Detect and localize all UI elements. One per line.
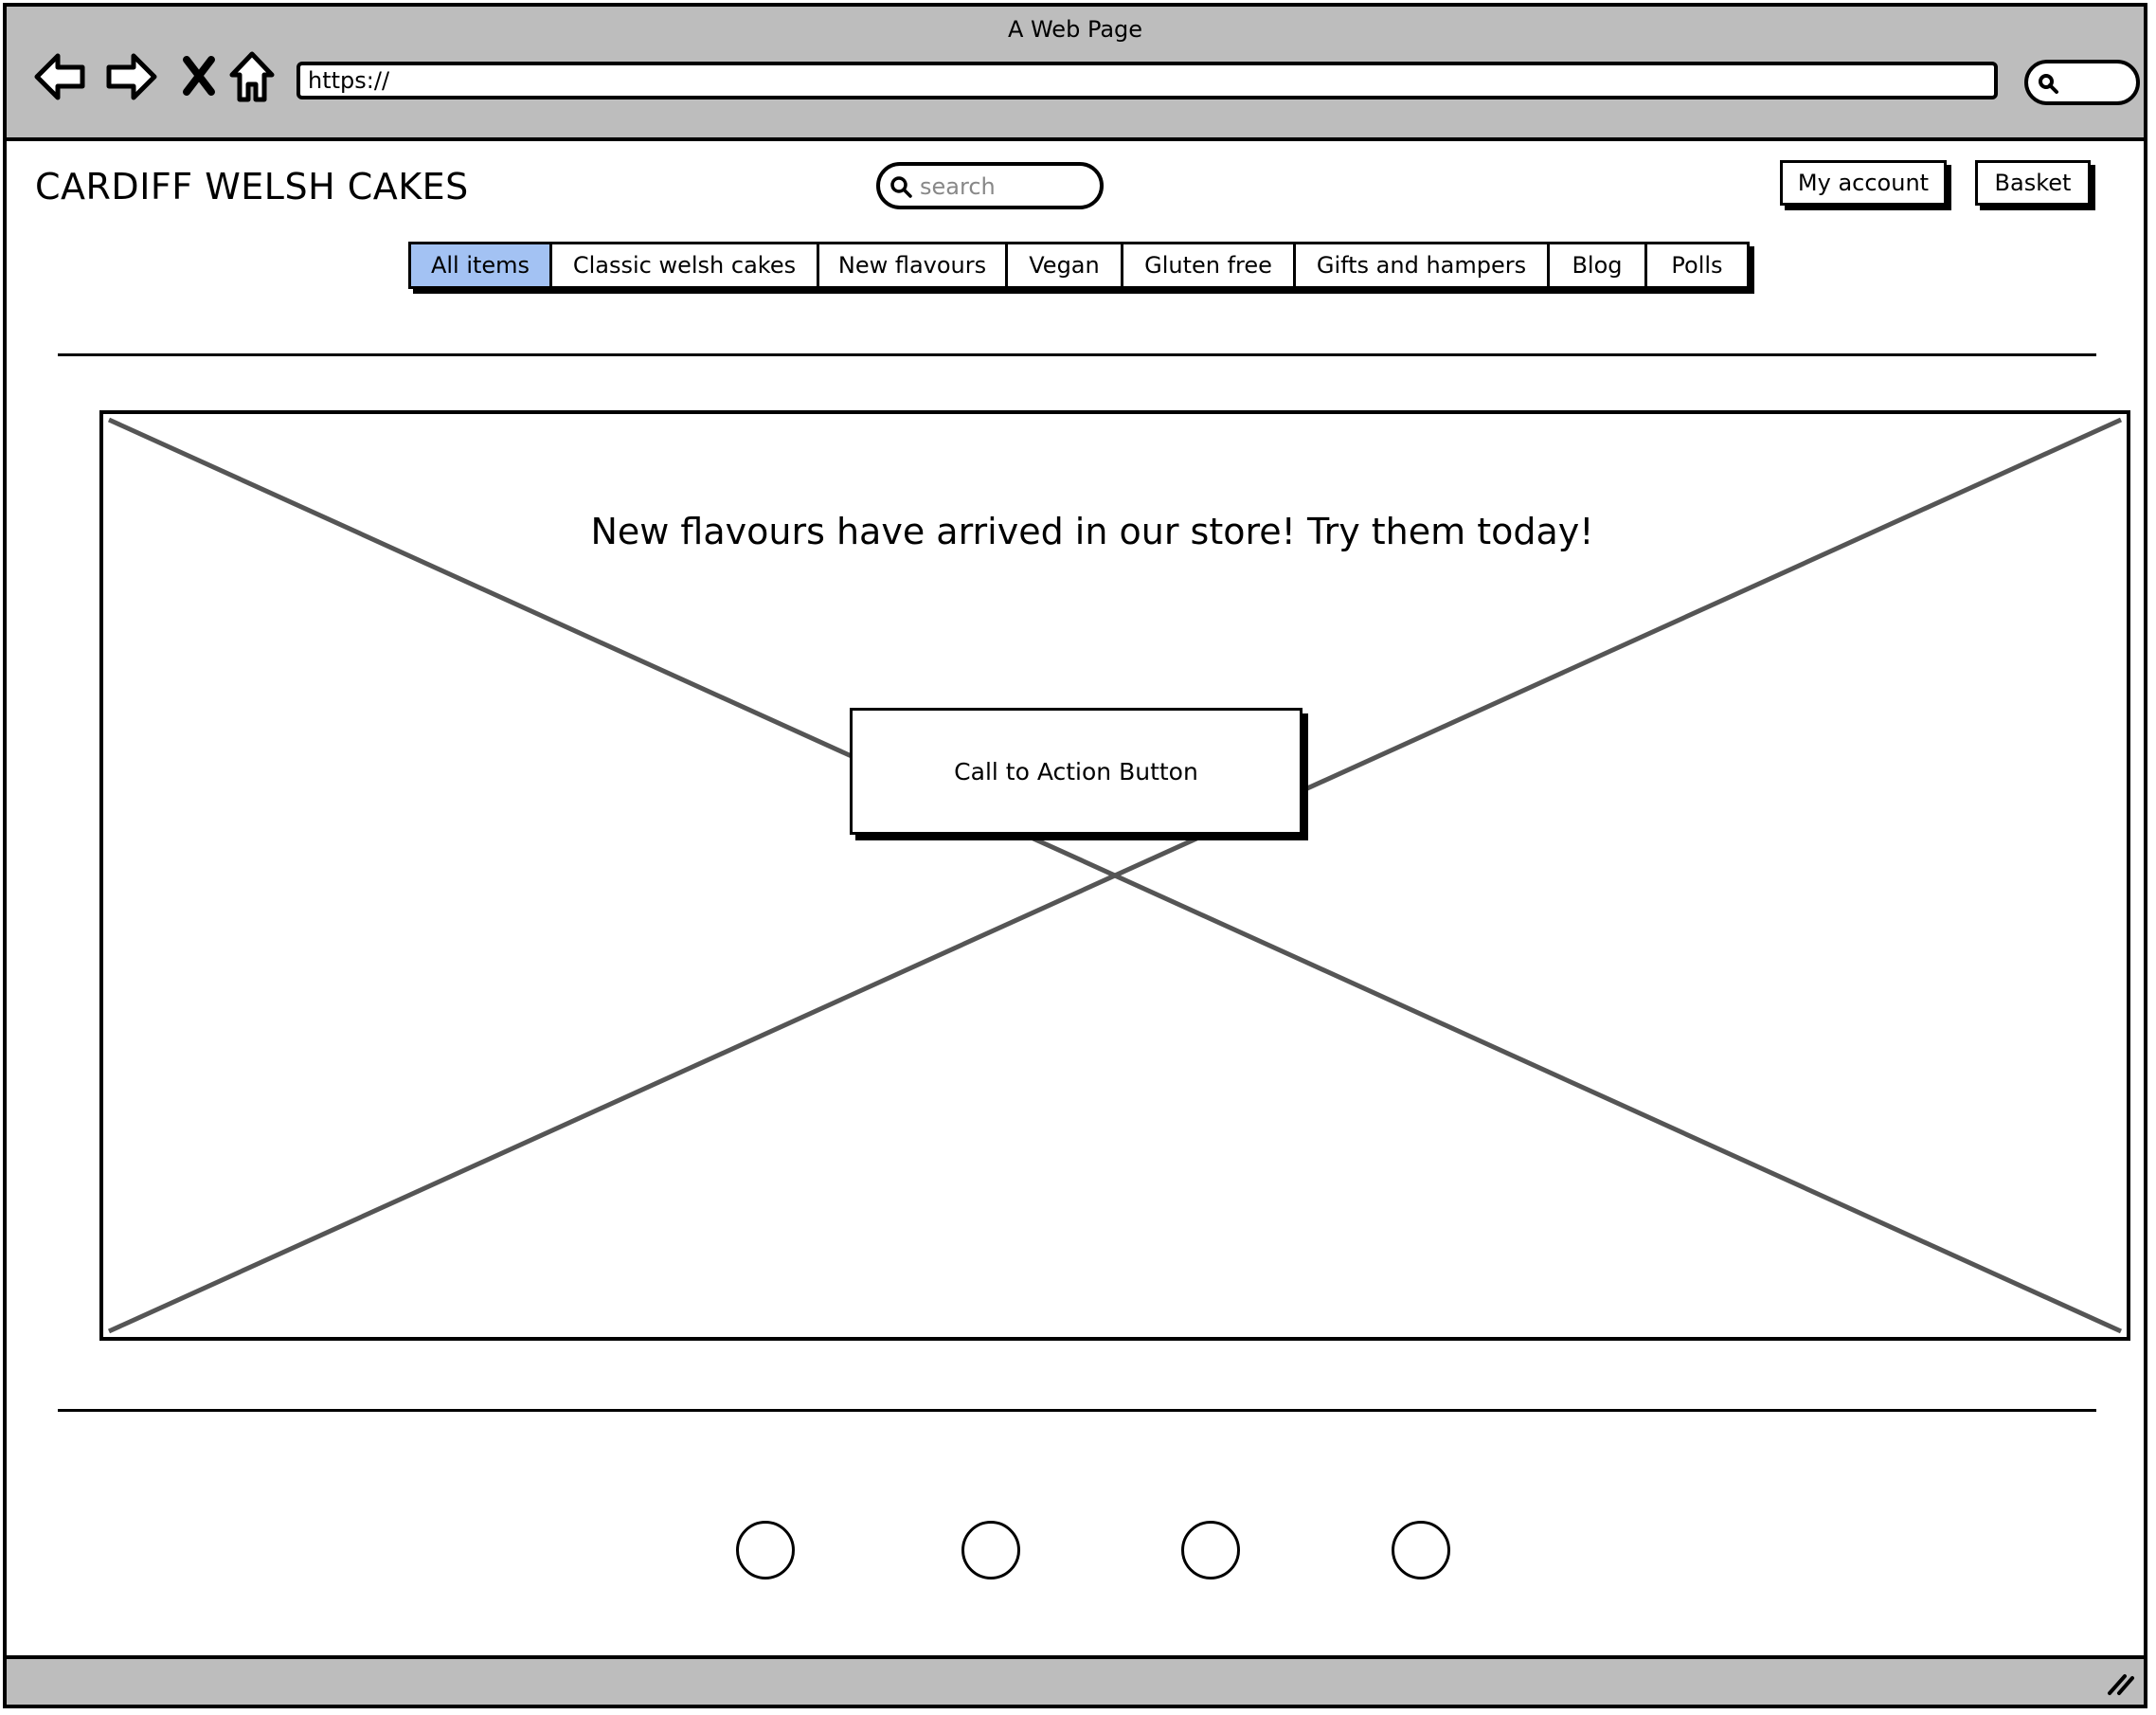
category-tabs: All items Classic welsh cakes New flavou… [408,242,1750,289]
browser-chrome: A Web Page https:// [7,7,2144,141]
tab-polls[interactable]: Polls [1647,244,1747,286]
site-search[interactable] [876,162,1104,209]
search-input[interactable] [918,170,1092,204]
close-icon[interactable] [181,48,217,105]
url-bar[interactable]: https:// [296,62,1998,99]
carousel-dot-2[interactable] [961,1521,1020,1580]
basket-button[interactable]: Basket [1975,160,2091,206]
carousel-dot-3[interactable] [1181,1521,1240,1580]
tab-new-flavours[interactable]: New flavours [819,244,1008,286]
browser-search-field[interactable] [2024,60,2140,105]
tab-gluten-free[interactable]: Gluten free [1123,244,1296,286]
back-arrow-icon[interactable] [33,48,88,105]
tab-blog[interactable]: Blog [1550,244,1647,286]
tab-all-items[interactable]: All items [411,244,552,286]
site-brand[interactable]: CARDIFF WELSH CAKES [35,166,469,208]
browser-window: A Web Page https:// CARDIFF WELSH CAKES [3,3,2147,1708]
carousel-dot-1[interactable] [736,1521,795,1580]
my-account-button[interactable]: My account [1780,160,1947,206]
call-to-action-button[interactable]: Call to Action Button [850,708,1303,835]
carousel-dot-4[interactable] [1392,1521,1450,1580]
divider-bottom [58,1409,2096,1412]
tab-classic-welsh-cakes[interactable]: Classic welsh cakes [552,244,819,286]
home-icon[interactable] [228,48,276,105]
hero-banner-image-placeholder: New flavours have arrived in our store! … [99,410,2130,1341]
hero-headline: New flavours have arrived in our store! … [590,511,1594,552]
resize-grip-icon[interactable] [2104,1669,2136,1697]
status-bar [7,1655,2144,1705]
search-icon [890,176,912,198]
window-title: A Web Page [1007,16,1143,43]
forward-arrow-icon[interactable] [103,48,158,105]
tab-vegan[interactable]: Vegan [1008,244,1123,286]
divider-top [58,353,2096,356]
image-placeholder-cross [107,417,2123,1334]
tab-gifts-and-hampers[interactable]: Gifts and hampers [1296,244,1550,286]
search-icon [2039,74,2058,94]
